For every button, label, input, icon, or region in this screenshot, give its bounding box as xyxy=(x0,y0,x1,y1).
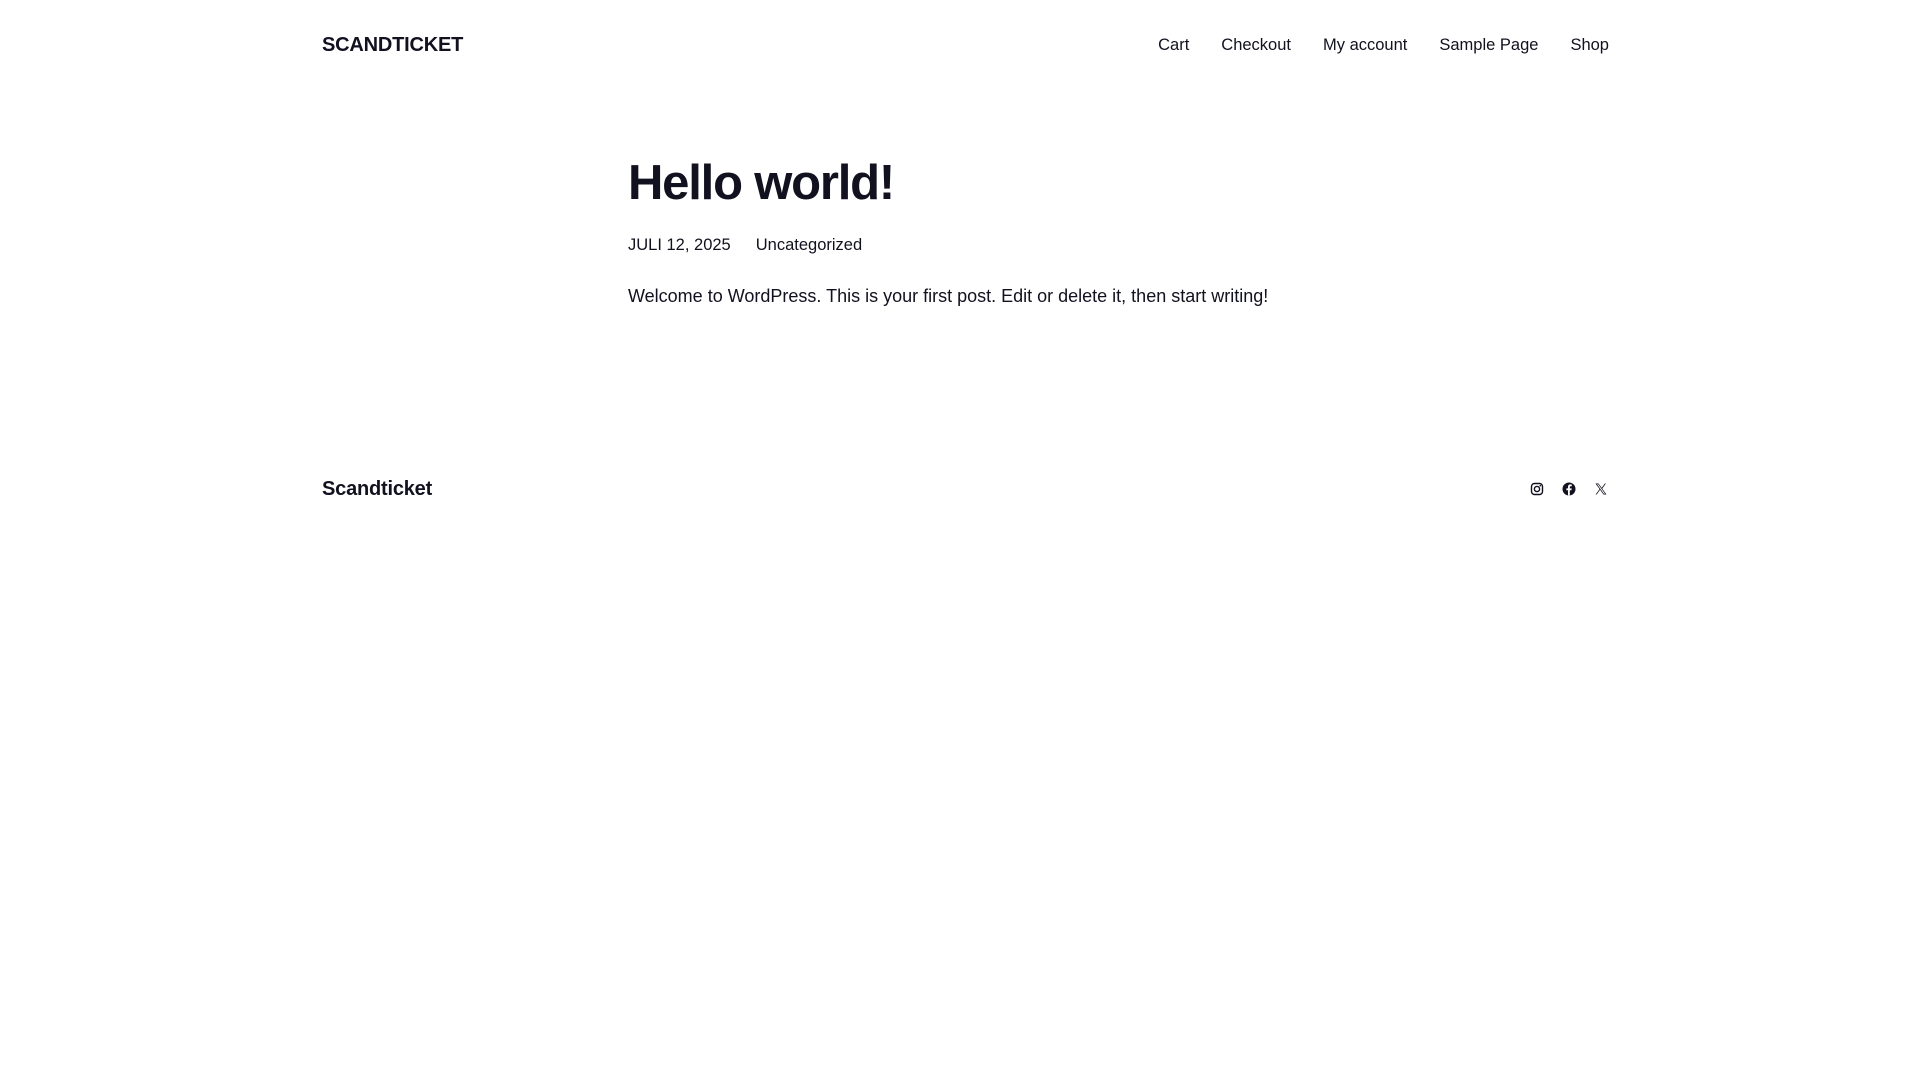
nav-item-my-account[interactable]: My account xyxy=(1323,30,1407,60)
post-category-link[interactable]: Uncategorized xyxy=(756,234,862,256)
x-link[interactable] xyxy=(1593,481,1609,497)
footer-site-title-link[interactable]: Scandticket xyxy=(322,478,432,501)
post-meta: JULI 12, 2025 Uncategorized xyxy=(628,234,1278,256)
post-content: Welcome to WordPress. This is your first… xyxy=(628,286,1269,306)
primary-navigation: Cart Checkout My account Sample Page Sho… xyxy=(1158,30,1609,60)
site-header: SCANDTICKET Cart Checkout My account Sam… xyxy=(322,30,1609,60)
post-title: Hello world! xyxy=(628,156,895,210)
nav-item-shop[interactable]: Shop xyxy=(1570,30,1609,60)
site-title-link[interactable]: SCANDTICKET xyxy=(322,34,463,57)
instagram-link[interactable] xyxy=(1529,481,1545,497)
nav-item-sample-page[interactable]: Sample Page xyxy=(1439,30,1538,60)
nav-item-cart[interactable]: Cart xyxy=(1158,30,1189,60)
x-icon xyxy=(1594,482,1608,496)
facebook-link[interactable] xyxy=(1561,481,1577,497)
nav-item-checkout[interactable]: Checkout xyxy=(1221,30,1291,60)
facebook-icon xyxy=(1562,482,1576,496)
social-links xyxy=(1529,481,1609,497)
instagram-icon xyxy=(1530,482,1544,496)
post-date: JULI 12, 2025 xyxy=(628,236,731,254)
post-article: Hello world! JULI 12, 2025 Uncategorized… xyxy=(628,150,1278,311)
site-footer: Scandticket xyxy=(322,474,1609,504)
